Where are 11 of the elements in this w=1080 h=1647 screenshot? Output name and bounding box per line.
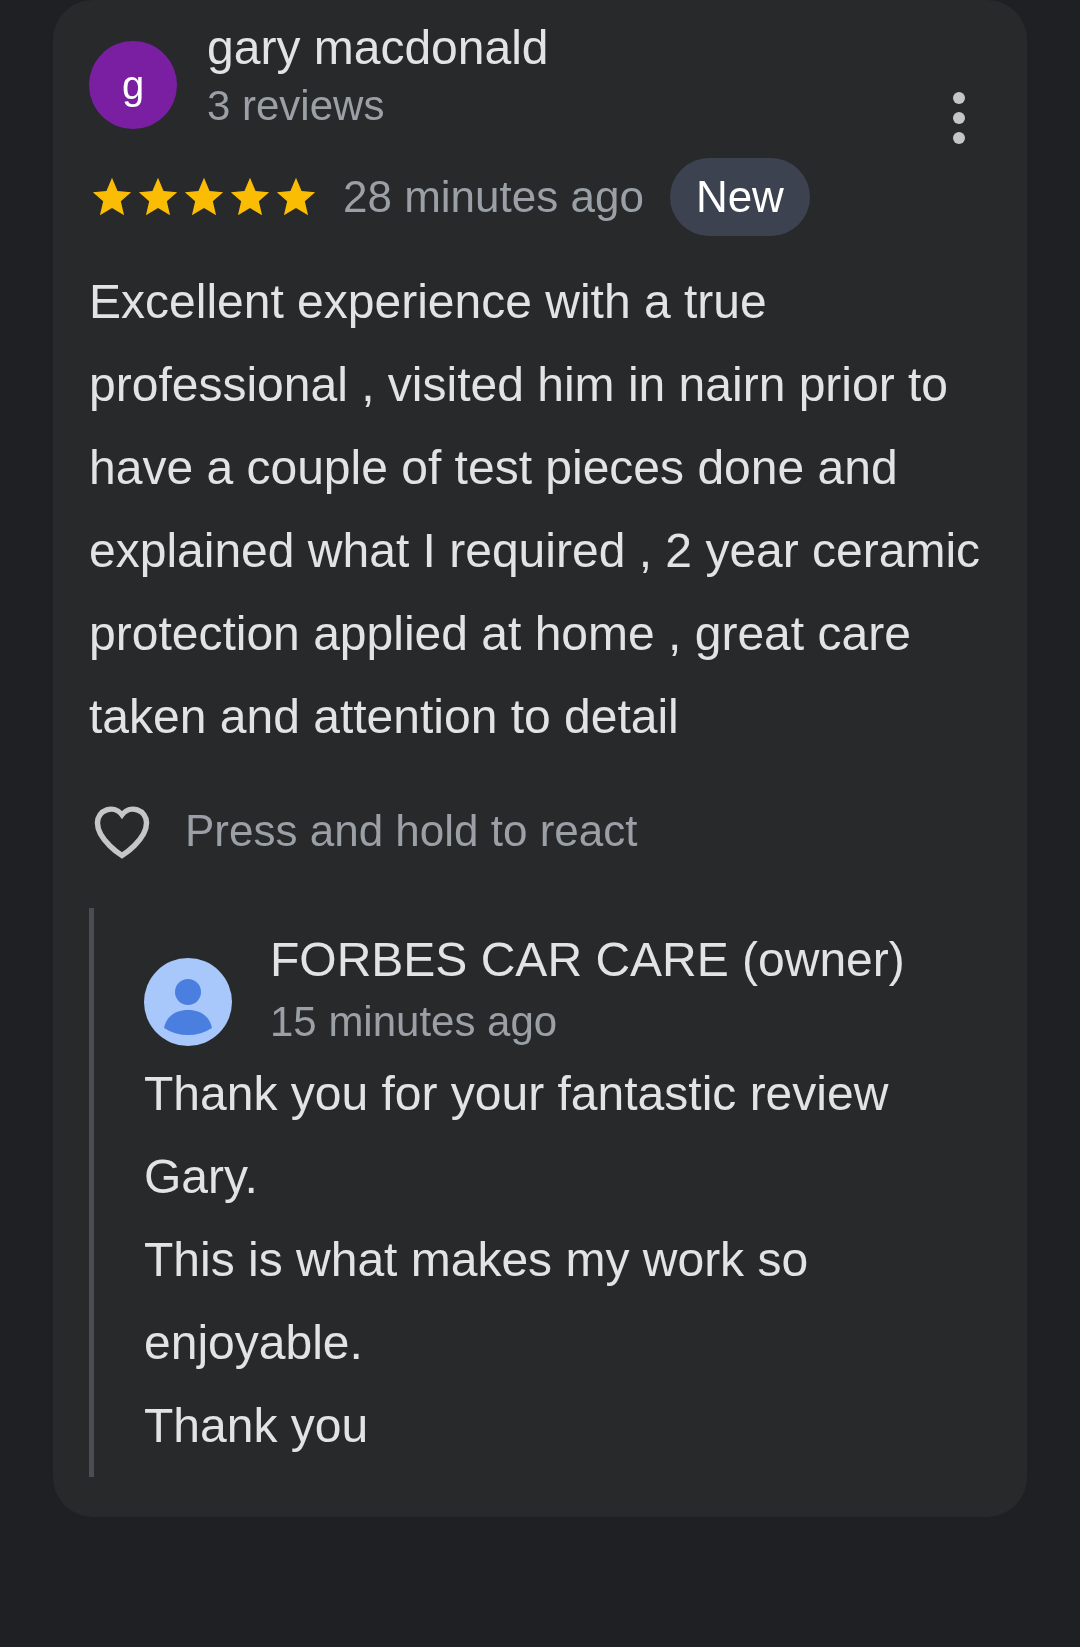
avatar: g <box>89 41 177 129</box>
author-name[interactable]: gary macdonald <box>207 18 549 78</box>
react-hint: Press and hold to react <box>185 805 638 857</box>
owner-name: FORBES CAR CARE (owner) <box>270 932 905 988</box>
reply-time: 15 minutes ago <box>270 997 559 1047</box>
reply-text: Thank you for your fantastic review Gary. This is what makes my work so enjoyable. Thank you <box>144 1066 890 1454</box>
review-count: 3 reviews <box>207 81 386 131</box>
review-time: 28 minutes ago <box>343 171 644 223</box>
profile-avatar-icon <box>144 958 232 1046</box>
new-badge: New <box>669 158 810 236</box>
review-text: Excellent experience with a true professional , visited him in nairn prior to have a couple of test pieces done and explained what I required , 2 year ceramic protection applied at home , great care taken and attention to detail <box>89 274 982 745</box>
